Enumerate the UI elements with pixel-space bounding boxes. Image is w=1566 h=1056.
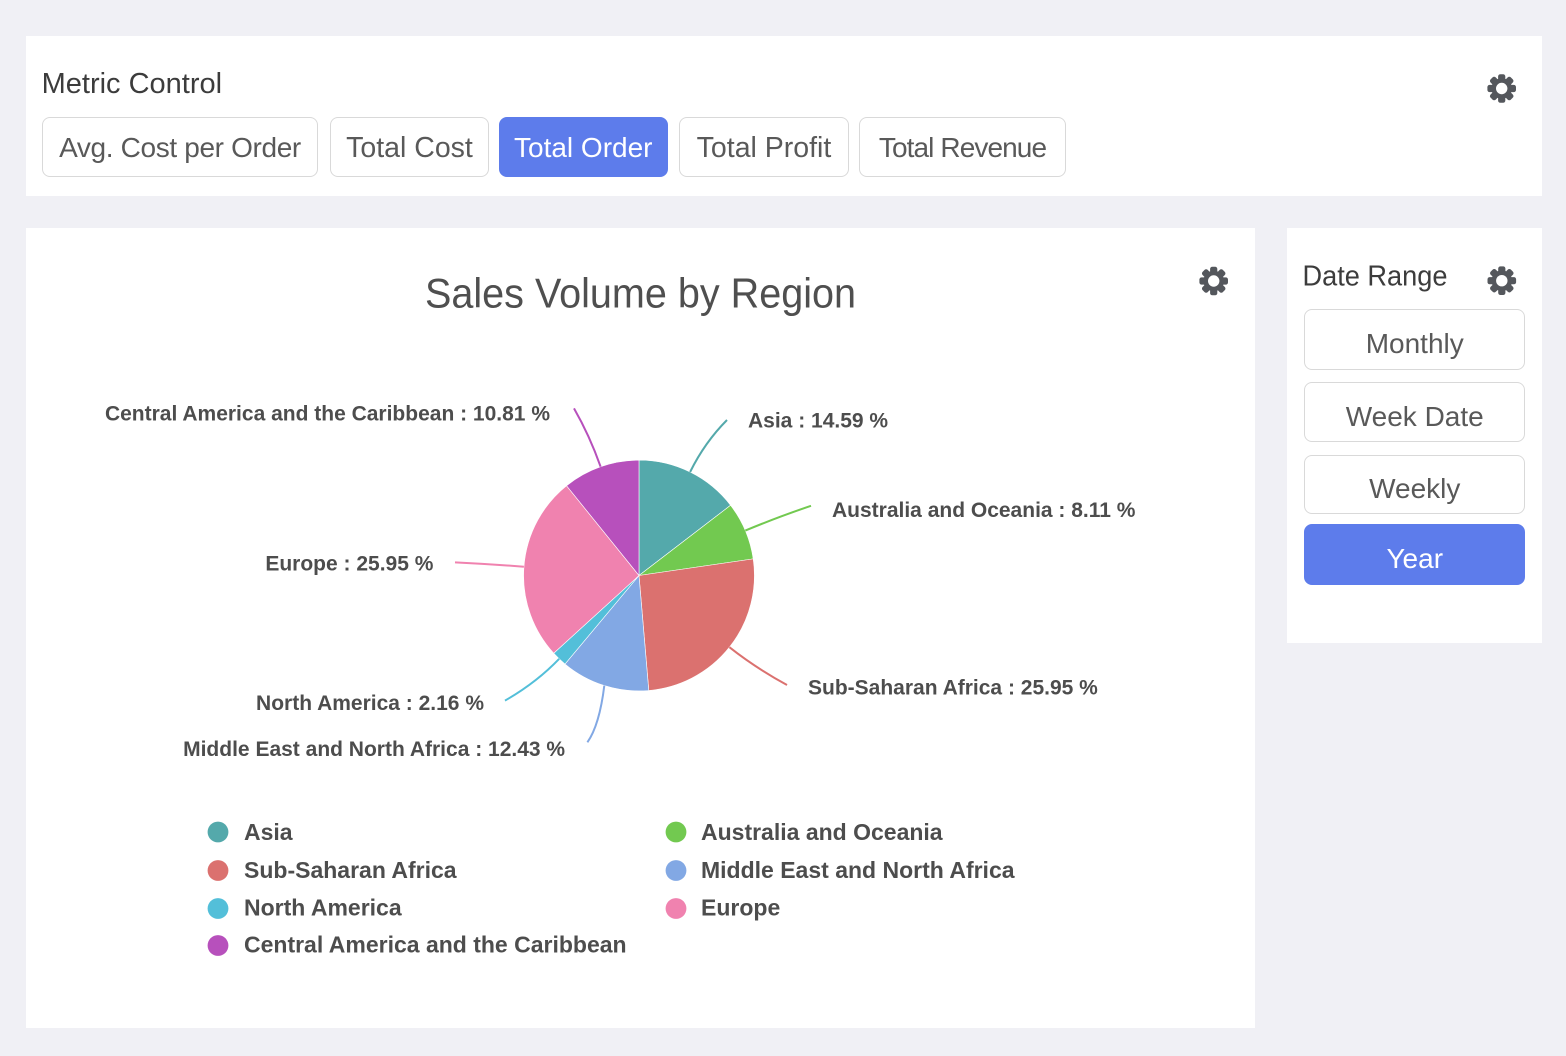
svg-text:Europe : 25.95 %: Europe : 25.95 % <box>265 552 433 575</box>
svg-text:Metric Control: Metric Control <box>42 68 223 100</box>
svg-text:Central America and the Caribb: Central America and the Caribbean : 10.8… <box>105 403 550 426</box>
svg-text:North America : 2.16 %: North America : 2.16 % <box>256 692 484 715</box>
svg-text:Europe: Europe <box>701 895 780 921</box>
svg-text:Date Range: Date Range <box>1303 261 1448 293</box>
svg-text:Middle East and North Africa :: Middle East and North Africa : 12.43 % <box>183 738 565 761</box>
svg-text:Sub-Saharan Africa : 25.95 %: Sub-Saharan Africa : 25.95 % <box>808 676 1098 699</box>
svg-text:Australia and Oceania : 8.11 %: Australia and Oceania : 8.11 % <box>832 499 1136 522</box>
svg-text:Central America and the Caribb: Central America and the Caribbean <box>244 932 627 958</box>
svg-text:Asia: Asia <box>244 819 293 845</box>
svg-text:Middle East and North Africa: Middle East and North Africa <box>701 857 1015 883</box>
svg-text:Sub-Saharan Africa: Sub-Saharan Africa <box>244 857 457 883</box>
svg-text:Australia and Oceania: Australia and Oceania <box>701 819 943 845</box>
svg-text:Sales Volume by Region: Sales Volume by Region <box>425 270 856 317</box>
svg-text:North America: North America <box>244 895 402 921</box>
svg-text:Asia : 14.59 %: Asia : 14.59 % <box>748 410 888 433</box>
